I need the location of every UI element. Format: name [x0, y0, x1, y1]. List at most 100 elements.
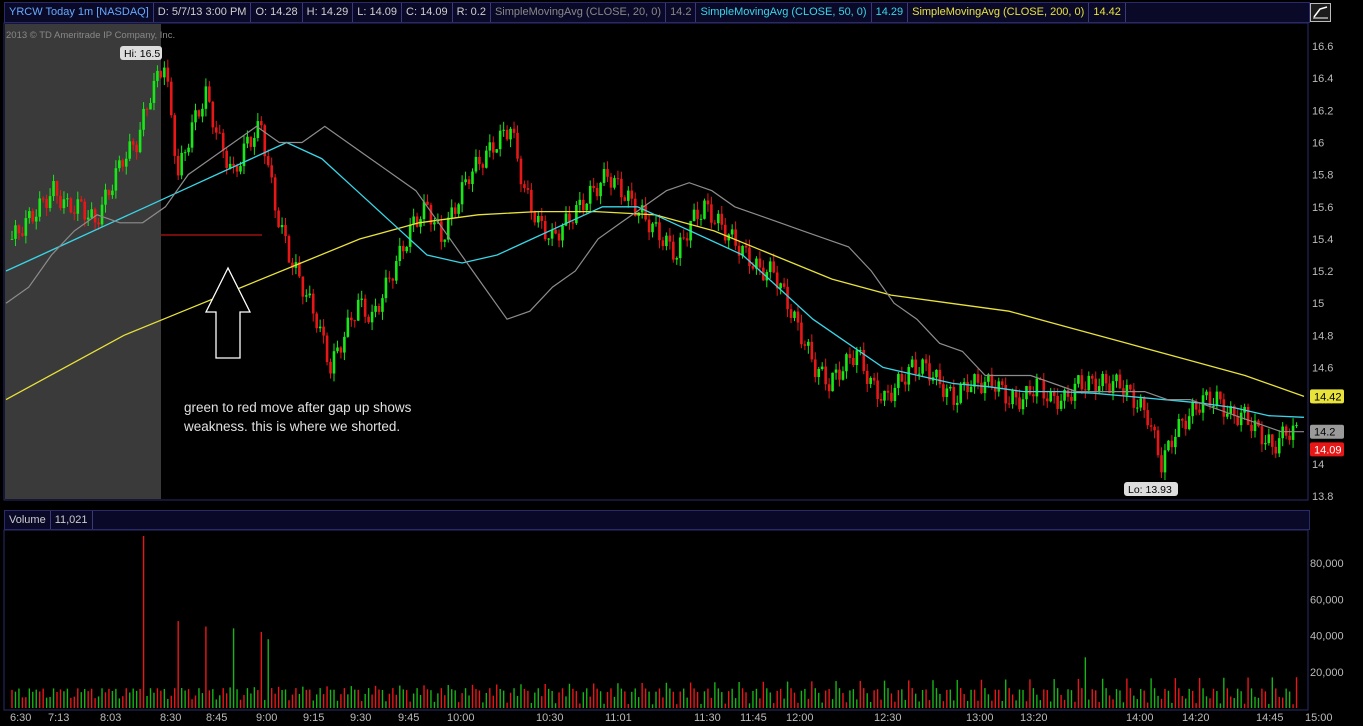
- candle-body: [606, 169, 609, 177]
- copyright-text: 2013 © TD Ameritrade IP Company, Inc.: [6, 30, 176, 41]
- candle-body: [543, 220, 547, 240]
- candle-body: [48, 196, 52, 208]
- candle-body: [578, 199, 582, 206]
- candle-body: [1035, 378, 1039, 397]
- chart-header: YRCW Today 1m [NASDAQ] D: 5/7/13 3:00 PM…: [4, 2, 1310, 23]
- candle-body: [377, 305, 381, 312]
- price-tick-label: 15.2: [1312, 266, 1333, 278]
- candle-body: [613, 178, 616, 188]
- candle-body: [751, 266, 755, 269]
- candle-body: [318, 326, 322, 329]
- candle-body: [602, 169, 606, 183]
- candle-body: [62, 199, 66, 209]
- candle-body: [1215, 391, 1219, 406]
- candle-body: [1104, 373, 1108, 384]
- candle-body: [824, 366, 827, 385]
- candle-body: [24, 218, 28, 236]
- candle-body: [554, 229, 557, 234]
- candle-body: [76, 199, 80, 214]
- chart-settings-icon[interactable]: [1310, 3, 1331, 22]
- candle-body: [779, 283, 782, 289]
- candle-body: [401, 245, 405, 252]
- chart-stage: 13.81414.214.414.614.81515.215.415.615.8…: [3, 22, 1344, 724]
- candle-body: [412, 216, 415, 225]
- candle-body: [530, 189, 533, 212]
- candle-body: [83, 201, 87, 220]
- candle-body: [1018, 397, 1021, 410]
- candle-body: [1077, 375, 1080, 384]
- candle-body: [287, 236, 291, 263]
- candle-body: [952, 386, 956, 405]
- candle-body: [1032, 394, 1035, 397]
- candle-body: [1246, 406, 1250, 425]
- candle-body: [450, 207, 454, 218]
- candle-body: [149, 102, 152, 110]
- candle-body: [893, 387, 897, 402]
- volume-tick-label: 20,000: [1310, 667, 1344, 679]
- candle-body: [464, 179, 467, 183]
- candle-body: [100, 204, 104, 225]
- candle-body: [592, 185, 595, 188]
- candle-body: [1094, 378, 1098, 393]
- candle-body: [879, 399, 883, 401]
- sma200-study-label[interactable]: SimpleMovingAvg (CLOSE, 200, 0): [908, 3, 1090, 22]
- candle-body: [69, 198, 73, 213]
- candle-body: [301, 276, 305, 297]
- candle-body: [789, 309, 793, 318]
- time-tick-label: 12:00: [786, 712, 814, 724]
- candle-body: [38, 198, 41, 217]
- candle-body: [142, 108, 145, 130]
- candle-body: [744, 245, 748, 248]
- candle-body: [1028, 386, 1032, 395]
- candle-body: [332, 351, 336, 374]
- candle-body: [685, 238, 689, 241]
- sma50-study-label[interactable]: SimpleMovingAvg (CLOSE, 50, 0): [696, 3, 872, 22]
- time-tick-label: 10:30: [536, 712, 564, 724]
- volume-label[interactable]: Volume: [5, 511, 51, 529]
- candle-body: [855, 350, 859, 366]
- candle-body: [935, 369, 938, 378]
- sma20-study-label[interactable]: SimpleMovingAvg (CLOSE, 20, 0): [491, 3, 667, 22]
- low-callout: Lo: 13.93: [1128, 484, 1172, 496]
- candle-body: [325, 335, 329, 363]
- time-tick-label: 9:45: [398, 712, 419, 724]
- candle-body: [183, 152, 187, 154]
- candle-body: [41, 198, 45, 200]
- low-label: L: 14.09: [353, 3, 403, 22]
- volume-axis: 20,000 40,000 60,000 80,000: [1310, 558, 1344, 679]
- candle-body: [135, 144, 138, 153]
- candle-body: [730, 229, 734, 235]
- candle-body: [1142, 398, 1146, 411]
- candle-body: [246, 136, 249, 144]
- sma20-study-value: 14.2: [666, 3, 697, 22]
- symbol-label[interactable]: YRCW Today 1m [NASDAQ]: [5, 3, 154, 22]
- candle-body: [1087, 375, 1091, 391]
- candle-body: [848, 354, 852, 358]
- candle-body: [661, 240, 665, 247]
- candle-body: [876, 380, 879, 400]
- candle-body: [107, 189, 111, 196]
- candle-body: [322, 326, 325, 336]
- candle-body: [1225, 413, 1229, 417]
- candle-body: [235, 165, 239, 172]
- candle-body: [678, 237, 682, 259]
- candle-body: [505, 129, 509, 140]
- candle-body: [1000, 381, 1004, 386]
- candle-body: [52, 181, 55, 197]
- date-label: D: 5/7/13 3:00 PM: [154, 3, 252, 22]
- candle-body: [270, 165, 273, 178]
- candle-body: [1011, 390, 1014, 405]
- candle-body: [249, 136, 253, 147]
- candle-body: [519, 158, 523, 185]
- candle-body: [201, 108, 204, 117]
- candle-body: [540, 215, 544, 221]
- candle-body: [467, 179, 471, 185]
- candle-body: [1250, 424, 1253, 432]
- candle-body: [644, 205, 647, 220]
- candle-body: [1260, 426, 1264, 445]
- candle-body: [717, 213, 720, 224]
- candle-body: [620, 178, 623, 198]
- candle-body: [786, 286, 789, 310]
- candle-body: [1180, 418, 1184, 421]
- time-tick-label: 15:00: [1305, 712, 1333, 724]
